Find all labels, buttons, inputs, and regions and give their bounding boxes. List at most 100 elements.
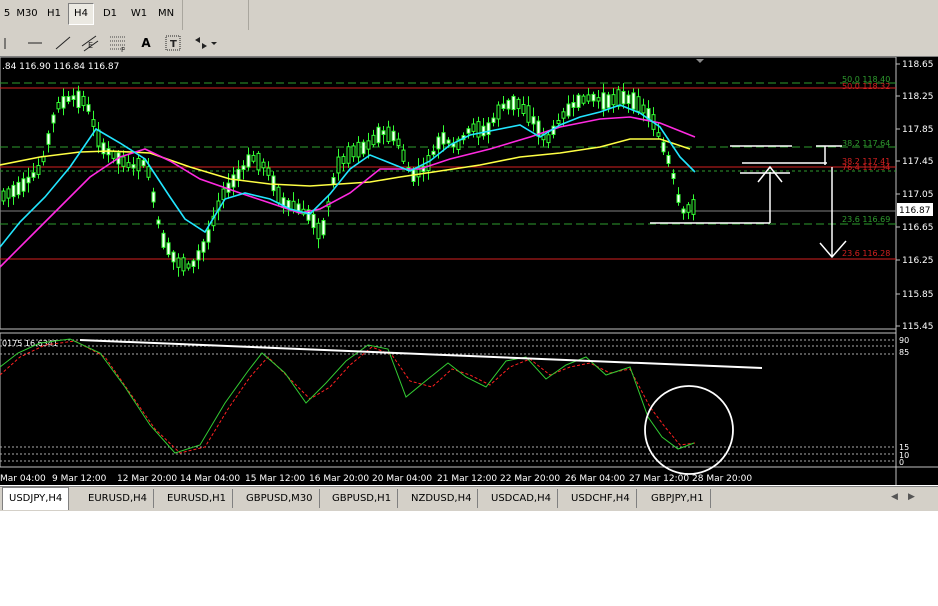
candle-body: [611, 94, 616, 106]
osc-level-label: 85: [899, 348, 909, 357]
price-tick-label: 118.25: [902, 92, 934, 102]
toolbar-separator: [182, 0, 183, 30]
time-axis: Mar 04:00 9 Mar 12:00 12 Mar 20:00 14 Mar 0…: [0, 474, 752, 484]
svg-text:F: F: [121, 46, 125, 54]
candle-body: [431, 150, 436, 156]
candle-body: [16, 181, 21, 196]
candle-body: [621, 90, 626, 105]
dropdown-icon[interactable]: [209, 32, 219, 54]
main-panel-border: [0, 56, 897, 330]
candle-body: [1, 190, 6, 202]
timeframe-mn-button[interactable]: MN: [154, 4, 178, 24]
candle-body: [176, 257, 181, 268]
fib-label: 50.0 118.32: [842, 82, 890, 91]
candlesticks: [1, 83, 696, 277]
candle-body: [506, 99, 511, 110]
candle-body: [236, 168, 241, 180]
candle-body: [346, 146, 351, 164]
chart-tabs: USDJPY,H4 EURUSD,H4 EURUSD,H1 GBPUSD,M30…: [0, 486, 938, 511]
candle-body: [586, 94, 591, 102]
tab-usdcad-h4[interactable]: USDCAD,H4: [485, 489, 558, 508]
horizontal-line-icon[interactable]: [24, 32, 46, 54]
tab-gbpusd-h1[interactable]: GBPUSD,H1: [326, 489, 399, 508]
candle-body: [11, 184, 16, 198]
candle-body: [606, 94, 611, 109]
arrows-icon[interactable]: [192, 32, 210, 54]
candle-body: [256, 152, 261, 171]
time-tick-label: 21 Mar 12:00: [437, 474, 497, 484]
candle-body: [221, 188, 226, 201]
candle-body: [636, 96, 641, 112]
tab-usdchf-h4[interactable]: USDCHF,H4: [565, 489, 637, 508]
scroll-right-icon[interactable]: ▶: [908, 492, 915, 502]
timeframe-m30-button[interactable]: M30: [14, 4, 40, 24]
candle-body: [31, 172, 36, 178]
tab-eurusd-h1[interactable]: EURUSD,H1: [161, 489, 234, 508]
candle-body: [181, 257, 186, 272]
time-tick-label: 22 Mar 20:00: [500, 474, 560, 484]
chart-shift-marker[interactable]: [696, 59, 704, 63]
candle-body: [261, 161, 266, 169]
candle-body: [601, 92, 606, 110]
price-tick-label: 115.45: [902, 322, 934, 332]
tab-usdjpy-h4[interactable]: USDJPY,H4: [2, 487, 70, 510]
candle-body: [206, 229, 211, 243]
fib-label: 38.2 117.64: [842, 139, 890, 148]
text-label-icon[interactable]: T: [162, 32, 184, 54]
candle-body: [81, 95, 86, 107]
timeframe-w1-button[interactable]: W1: [126, 4, 152, 24]
candle-body: [171, 251, 176, 263]
oscillator-trendline: [79, 339, 763, 369]
candle-body: [686, 204, 691, 213]
candle-body: [146, 166, 151, 178]
candle-body: [376, 126, 381, 144]
price-chart[interactable]: 118.65 118.25 117.85 117.45 117.05 116.65 116.…: [0, 56, 938, 485]
candle-body: [511, 95, 516, 111]
candle-body: [46, 133, 51, 145]
candle-body: [226, 182, 231, 193]
candle-body: [576, 94, 581, 108]
timeframe-d1-button[interactable]: D1: [98, 4, 122, 24]
trendline-icon[interactable]: [52, 32, 74, 54]
scroll-left-icon[interactable]: ◀: [891, 492, 898, 502]
tab-nzdusd-h4[interactable]: NZDUSD,H4: [405, 489, 479, 508]
candle-body: [556, 119, 561, 125]
tab-eurusd-h4[interactable]: EURUSD,H4: [82, 489, 155, 508]
candle-body: [381, 130, 386, 136]
fibonacci-icon[interactable]: F: [107, 32, 129, 54]
equidistant-channel-icon[interactable]: E: [79, 32, 101, 54]
time-tick-label: 20 Mar 04:00: [372, 474, 432, 484]
text-icon[interactable]: A: [135, 32, 157, 54]
candle-body: [681, 208, 686, 214]
svg-text:T: T: [170, 39, 177, 50]
timeframe-m5-button[interactable]: 5: [0, 4, 14, 24]
candle-body: [321, 220, 326, 236]
timeframe-toolbar: 5 M30 H1 H4 D1 W1 MN: [0, 0, 938, 31]
vertical-line-icon[interactable]: [0, 32, 10, 54]
candle-body: [111, 151, 116, 159]
price-tick-label: 118.65: [902, 60, 934, 70]
candle-body: [316, 222, 321, 240]
ma-magenta-line: [0, 116, 696, 268]
candle-body: [591, 93, 596, 102]
tab-gbpjpy-h1[interactable]: GBPJPY,H1: [645, 489, 711, 508]
time-tick-label: 26 Mar 04:00: [565, 474, 625, 484]
candle-body: [161, 232, 166, 248]
tab-gbpusd-m30[interactable]: GBPUSD,M30: [240, 489, 320, 508]
candle-body: [476, 121, 481, 138]
fib-label: 76.4 117.34: [842, 163, 890, 172]
candle-body: [166, 242, 171, 256]
candle-body: [251, 154, 256, 162]
chart-window[interactable]: 118.65 118.25 117.85 117.45 117.05 116.65 116.…: [0, 56, 938, 485]
candle-body: [441, 132, 446, 145]
timeframe-h1-button[interactable]: H1: [42, 4, 66, 24]
time-tick-label: 12 Mar 20:00: [117, 474, 177, 484]
candle-body: [56, 101, 61, 110]
time-tick-label: 9 Mar 12:00: [52, 474, 107, 484]
price-tick-label: 115.85: [902, 290, 934, 300]
candle-body: [566, 103, 571, 117]
current-price-label: 116.87: [899, 206, 931, 216]
candle-body: [71, 95, 76, 101]
timeframe-h4-button[interactable]: H4: [68, 3, 94, 25]
candle-body: [371, 134, 376, 146]
